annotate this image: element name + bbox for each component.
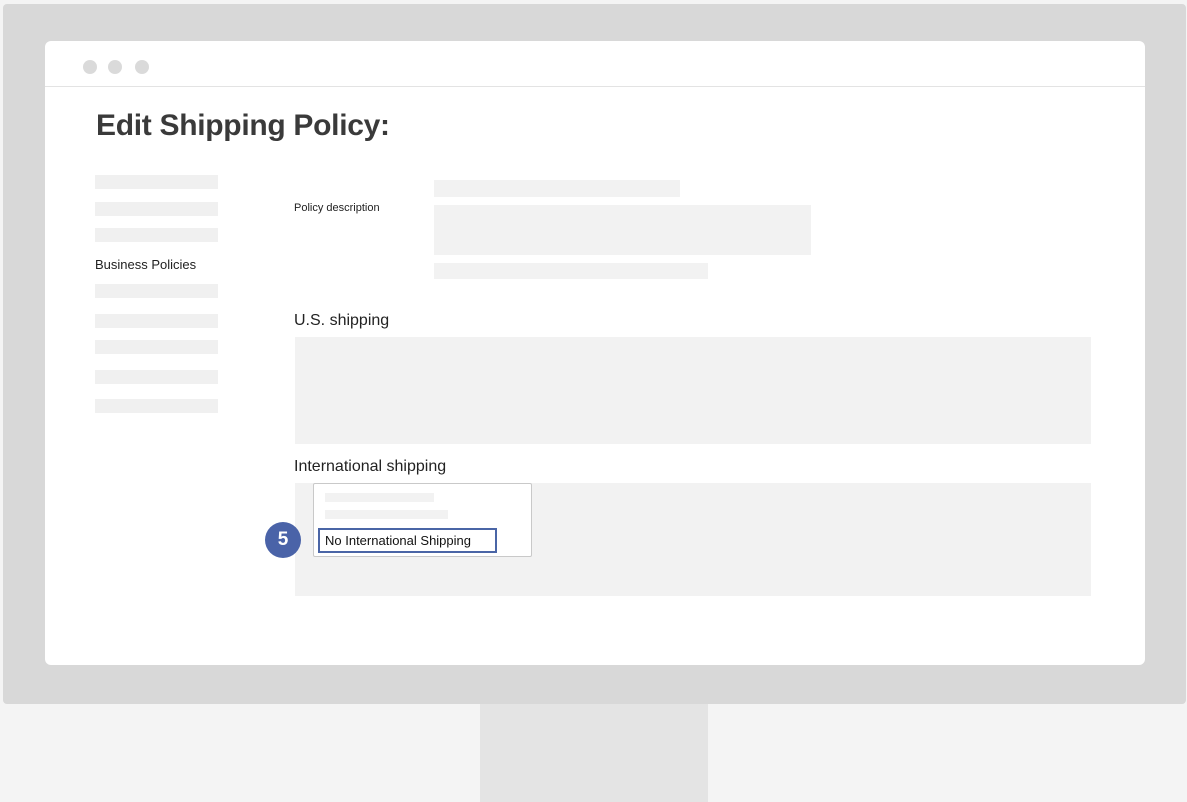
browser-window: Edit Shipping Policy: Business Policies … — [45, 41, 1145, 665]
step-number-badge: 5 — [265, 522, 301, 558]
policy-description-field[interactable] — [434, 205, 811, 255]
policy-name-field[interactable] — [434, 180, 680, 197]
window-minimize-dot[interactable] — [108, 60, 122, 74]
us-shipping-label: U.S. shipping — [294, 312, 390, 329]
page-title: Edit Shipping Policy: — [96, 109, 390, 142]
sidebar-item-placeholder[interactable] — [95, 370, 218, 384]
monitor-stand — [480, 704, 708, 802]
window-titlebar — [45, 41, 1145, 87]
international-shipping-label: International shipping — [294, 458, 447, 475]
dropdown-option-placeholder[interactable] — [325, 510, 448, 519]
policy-description-hint — [434, 263, 708, 279]
sidebar-item-placeholder[interactable] — [95, 399, 218, 413]
sidebar-item-placeholder[interactable] — [95, 202, 218, 216]
policy-description-label: Policy description — [294, 202, 380, 214]
window-close-dot[interactable] — [83, 60, 97, 74]
dropdown-option-placeholder[interactable] — [325, 493, 434, 502]
sidebar-item-placeholder[interactable] — [95, 228, 218, 242]
sidebar-item-placeholder[interactable] — [95, 175, 218, 189]
us-shipping-panel[interactable] — [295, 337, 1091, 444]
sidebar-item-business-policies[interactable]: Business Policies — [95, 257, 196, 272]
sidebar-item-placeholder[interactable] — [95, 284, 218, 298]
sidebar-item-placeholder[interactable] — [95, 314, 218, 328]
sidebar-item-placeholder[interactable] — [95, 340, 218, 354]
window-maximize-dot[interactable] — [135, 60, 149, 74]
no-international-shipping-option[interactable]: No International Shipping — [318, 528, 497, 553]
